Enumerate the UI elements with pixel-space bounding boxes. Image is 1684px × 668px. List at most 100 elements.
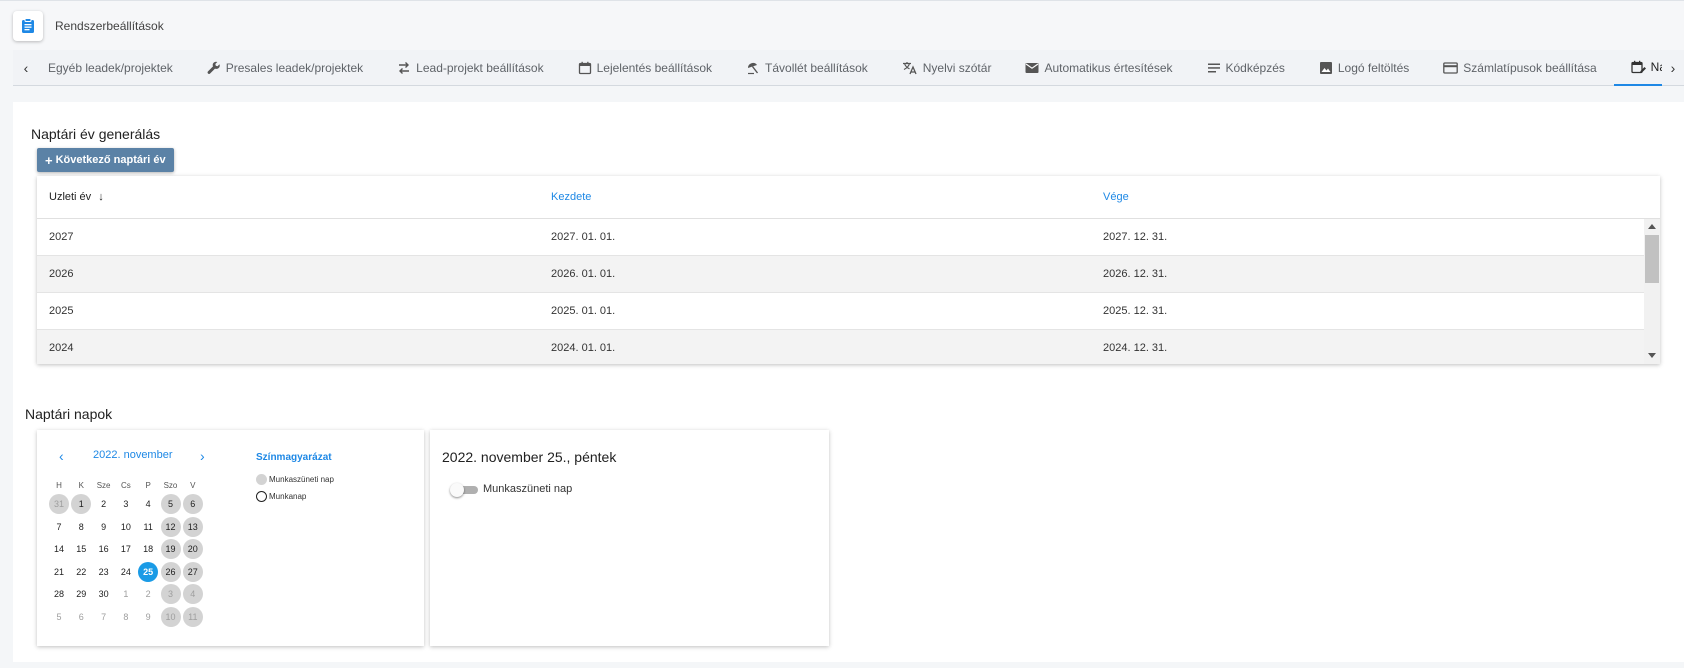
calendar-day[interactable]: 5 — [160, 494, 181, 514]
column-header-start[interactable]: Kezdete — [551, 191, 591, 203]
calendar-day[interactable]: 30 — [94, 584, 114, 604]
calendar-day[interactable]: 28 — [49, 584, 69, 604]
cell-start: 2026. 01. 01. — [551, 268, 616, 280]
chevron-right-icon[interactable]: › — [200, 448, 205, 464]
calendar-day[interactable]: 4 — [138, 494, 158, 514]
plus-icon: + — [45, 152, 53, 168]
calendar-day[interactable]: 19 — [160, 539, 181, 559]
calendar-day[interactable]: 10 — [116, 517, 136, 537]
scroll-down-icon[interactable] — [1648, 353, 1656, 358]
chevron-left-icon[interactable]: ‹ — [15, 50, 37, 86]
tab-kodkepzes[interactable]: Kódképzés — [1190, 50, 1302, 86]
calendar-day[interactable]: 1 — [71, 494, 92, 514]
umbrella-icon — [748, 63, 759, 75]
calendar-section-title: Naptári napok — [25, 406, 113, 422]
cell-year: 2026 — [49, 268, 74, 280]
legend-holiday-label: Munkaszüneti nap — [269, 475, 334, 484]
tab-label: Kódképzés — [1225, 61, 1285, 75]
next-calendar-year-label: Következő naptári év — [55, 154, 166, 166]
tab-naptar-adatok[interactable]: Naptár adatok — [1613, 50, 1662, 86]
calendar-day[interactable]: 23 — [94, 562, 114, 582]
calendar-day[interactable]: 4 — [182, 584, 203, 604]
tabs-viewport: Egyéb leadek/projektek Presales leadek/p… — [39, 50, 1662, 86]
weekday-header: P — [145, 480, 151, 490]
tab-label: Presales leadek/projektek — [225, 61, 364, 75]
tab-label: Számlatípusok beállítása — [1463, 61, 1597, 75]
calendar-day[interactable]: 8 — [71, 517, 91, 537]
table-row[interactable]: 2026 2026. 01. 01. 2026. 12. 31. — [37, 256, 1644, 293]
tab-presales-leadek[interactable]: Presales leadek/projektek — [190, 50, 380, 86]
table-row[interactable]: 2024 2024. 01. 01. 2024. 12. 31. — [37, 330, 1644, 364]
calendar-day[interactable]: 6 — [71, 607, 91, 627]
legend-title: Színmagyarázat — [256, 452, 332, 463]
calendar-icon — [578, 61, 591, 75]
calendar-day[interactable]: 7 — [94, 607, 114, 627]
tab-szamlatipusok[interactable]: Számlatípusok beállítása — [1426, 50, 1613, 86]
calendar-day[interactable]: 24 — [116, 562, 136, 582]
calendar-day[interactable]: 5 — [49, 607, 69, 627]
legend-workday: Munkanap — [256, 491, 306, 502]
scroll-thumb[interactable] — [1645, 235, 1659, 283]
tabs-track: Egyéb leadek/projektek Presales leadek/p… — [39, 50, 1662, 86]
card-icon — [1443, 62, 1459, 74]
calendar-day[interactable]: 20 — [182, 539, 203, 559]
tab-lead-projekt[interactable]: Lead-projekt beállítások — [380, 50, 560, 86]
calendar-day-selected[interactable]: 25 — [138, 561, 159, 582]
table-scrollbar[interactable] — [1644, 219, 1660, 364]
calendar-day[interactable]: 9 — [94, 517, 114, 537]
calendar-day[interactable]: 31 — [49, 494, 69, 514]
day-detail-card: 2022. november 25., péntek Munkaszüneti … — [430, 430, 829, 646]
cell-year: 2025 — [49, 305, 74, 317]
calendar-day[interactable]: 13 — [182, 516, 203, 537]
next-calendar-year-button[interactable]: + Következő naptári év — [37, 148, 174, 172]
calendar-month-label[interactable]: 2022. november — [93, 449, 173, 461]
tab-nyelvi-szotar[interactable]: Nyelvi szótár — [885, 50, 1009, 86]
calendar-day[interactable]: 2 — [94, 494, 114, 514]
calendar-day[interactable]: 2 — [138, 584, 158, 604]
calendar-day[interactable]: 6 — [182, 494, 203, 514]
tab-automatikus-ertesitesek[interactable]: Automatikus értesítések — [1008, 50, 1189, 86]
calendar-day[interactable]: 10 — [160, 606, 181, 627]
calendar-day[interactable]: 7 — [49, 517, 69, 537]
table-row[interactable]: 2025 2025. 01. 01. 2025. 12. 31. — [37, 293, 1644, 330]
calendar-day[interactable]: 12 — [160, 516, 181, 537]
calendar-day[interactable]: 14 — [49, 539, 69, 559]
holiday-toggle-label: Munkaszüneti nap — [483, 483, 573, 495]
calendar-day[interactable]: 9 — [138, 607, 158, 627]
calendar-day[interactable]: 29 — [71, 584, 91, 604]
calendar-day[interactable]: 11 — [138, 517, 158, 537]
calendar-day[interactable]: 18 — [138, 539, 158, 559]
tab-lejelentes[interactable]: Lejelentés beállítások — [561, 50, 729, 86]
holiday-toggle[interactable] — [450, 483, 478, 497]
calendar-day[interactable]: 8 — [116, 607, 136, 627]
column-header-end[interactable]: Vége — [1103, 191, 1129, 203]
calendar-day[interactable]: 26 — [160, 561, 181, 582]
calendar-day[interactable]: 1 — [116, 584, 136, 604]
calendar-day[interactable]: 27 — [182, 561, 203, 582]
clipboard-icon[interactable] — [13, 11, 43, 41]
calendar-day[interactable]: 21 — [49, 562, 69, 582]
chevron-left-icon[interactable]: ‹ — [59, 448, 64, 464]
tab-logo-feltoltes[interactable]: Logó feltöltés — [1302, 50, 1426, 86]
calendar-day[interactable]: 11 — [182, 606, 203, 627]
chevron-right-icon[interactable]: › — [1662, 50, 1684, 86]
tab-label: Nyelvi szótár — [922, 61, 992, 75]
tab-label: Lejelentés beállítások — [596, 61, 713, 75]
column-header-year[interactable]: Uzleti év ↓ — [49, 191, 104, 203]
tab-egyeb-leadek[interactable]: Egyéb leadek/projektek — [39, 50, 190, 86]
calendar-day[interactable]: 22 — [71, 562, 91, 582]
calendar-day[interactable]: 15 — [71, 539, 91, 559]
selected-day-title: 2022. november 25., péntek — [442, 449, 617, 465]
cell-year: 2027 — [49, 231, 74, 243]
workday-dot-icon — [256, 491, 267, 502]
wrench-icon — [207, 61, 220, 74]
table-row[interactable]: 2027 2027. 01. 01. 2027. 12. 31. — [37, 219, 1644, 256]
calendar-day[interactable]: 16 — [94, 539, 114, 559]
legend-holiday: Munkaszüneti nap — [256, 474, 334, 485]
scroll-up-icon[interactable] — [1648, 224, 1656, 229]
calendar-day[interactable]: 3 — [116, 494, 136, 514]
tab-tavollet[interactable]: Távollét beállítások — [729, 50, 885, 86]
weekday-header: K — [78, 480, 84, 490]
calendar-day[interactable]: 17 — [116, 539, 136, 559]
calendar-day[interactable]: 3 — [160, 584, 181, 604]
